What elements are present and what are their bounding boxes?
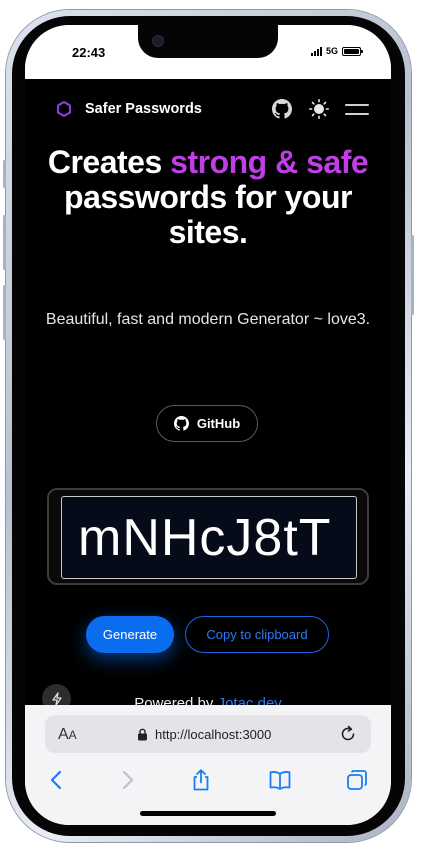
reload-icon[interactable] xyxy=(339,725,357,743)
forward-icon[interactable] xyxy=(115,768,139,792)
status-bar: 22:43 5G xyxy=(25,25,391,79)
battery-icon xyxy=(342,46,363,56)
github-icon[interactable] xyxy=(272,99,292,119)
lock-icon xyxy=(138,728,147,741)
powered-by-prefix: Powered by xyxy=(134,695,214,705)
copy-to-clipboard-button[interactable]: Copy to clipboard xyxy=(185,616,329,653)
github-icon xyxy=(173,416,189,431)
hero-heading: Creates strong & safe passwords for your… xyxy=(35,145,381,250)
share-icon[interactable] xyxy=(189,768,213,792)
screen: 22:43 5G Safer Passwords Creates strong … xyxy=(25,25,391,825)
powered-by-link[interactable]: Jotac.dev xyxy=(218,695,282,705)
volume-down-button xyxy=(3,285,6,340)
generate-button[interactable]: Generate xyxy=(86,616,174,653)
text-size-small: A xyxy=(68,728,77,742)
password-container: mNHcJ8tT xyxy=(47,488,369,585)
volume-up-button xyxy=(3,215,6,270)
password-output[interactable]: mNHcJ8tT xyxy=(61,496,357,579)
power-button xyxy=(411,235,414,315)
hero-line-1: Creates xyxy=(47,144,162,180)
hero-line-2: passwords for your sites. xyxy=(64,179,352,250)
text-size-big: A xyxy=(58,726,69,743)
subtitle: Beautiful, fast and modern Generator ~ l… xyxy=(45,311,371,328)
hexagon-logo-icon[interactable] xyxy=(56,101,72,117)
app-page: Safer Passwords Creates strong & safe pa… xyxy=(25,79,391,705)
text-size-button[interactable]: AA xyxy=(58,726,77,744)
brand-name[interactable]: Safer Passwords xyxy=(85,101,202,117)
github-button-label: GitHub xyxy=(196,416,241,431)
menu-icon[interactable] xyxy=(345,102,369,116)
mute-switch xyxy=(3,160,6,188)
network-type: 5G xyxy=(325,46,338,56)
front-camera xyxy=(152,35,164,47)
navbar: Safer Passwords xyxy=(25,79,391,139)
powered-by: Powered by Jotac.dev xyxy=(25,695,391,705)
hero-accent: strong & safe xyxy=(170,144,369,180)
status-indicators: 5G xyxy=(310,46,363,56)
tabs-icon[interactable] xyxy=(345,768,369,792)
bookmarks-icon[interactable] xyxy=(268,768,292,792)
back-icon[interactable] xyxy=(45,768,69,792)
safari-toolbar: AA http://localhost:3000 xyxy=(25,705,391,825)
github-button[interactable]: GitHub xyxy=(156,405,258,442)
signal-icon xyxy=(310,46,322,56)
url-text: http://localhost:3000 xyxy=(155,727,272,742)
sun-icon[interactable] xyxy=(309,99,329,119)
home-indicator xyxy=(140,811,276,816)
notch xyxy=(138,25,278,58)
status-time: 22:43 xyxy=(72,45,106,60)
address-bar[interactable]: AA http://localhost:3000 xyxy=(45,715,371,753)
